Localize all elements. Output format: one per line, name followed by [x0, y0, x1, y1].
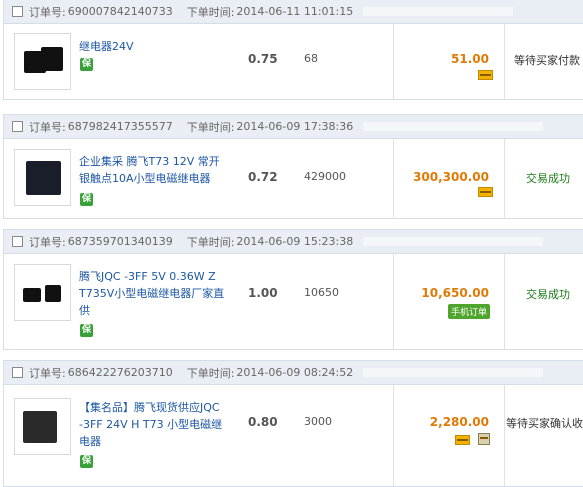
- column-divider: [504, 24, 505, 99]
- guarantee-icon: 保: [80, 455, 93, 468]
- redacted-area: [363, 122, 544, 131]
- order-card: 订单号: 686422276203710 下单时间: 2014-06-09 08…: [3, 360, 583, 487]
- order-number-label: 订单号:: [29, 120, 66, 134]
- order-checkbox[interactable]: [12, 236, 23, 247]
- card-icon[interactable]: [455, 435, 470, 445]
- order-time: 2014-06-09 15:23:38: [236, 235, 354, 248]
- quantity: 10650: [304, 286, 339, 299]
- order-card: 订单号: 687359701340139 下单时间: 2014-06-09 15…: [3, 229, 583, 350]
- order-time: 2014-06-11 11:01:15: [236, 5, 354, 18]
- guarantee-icon: 保: [80, 58, 93, 71]
- relay-image: [26, 161, 61, 195]
- card-icon[interactable]: [478, 187, 493, 197]
- order-time-label: 下单时间:: [186, 235, 235, 249]
- quantity: 3000: [304, 415, 332, 428]
- total-amount: 300,300.00: [413, 170, 489, 184]
- product-thumbnail[interactable]: [14, 398, 71, 455]
- redacted-area: [363, 368, 544, 377]
- guarantee-icon: 保: [80, 193, 93, 206]
- order-header: 订单号: 690007842140733 下单时间: 2014-06-11 11…: [3, 0, 583, 24]
- redacted-area: [363, 7, 514, 16]
- order-time-label: 下单时间:: [186, 366, 235, 380]
- total-amount: 2,280.00: [429, 415, 489, 429]
- order-checkbox[interactable]: [12, 367, 23, 378]
- relay-image: [23, 411, 57, 443]
- redacted-area: [363, 237, 544, 246]
- column-divider: [393, 254, 394, 349]
- order-time-label: 下单时间:: [186, 120, 235, 134]
- order-row: 腾飞JQC -3FF 5V 0.36W Z T735V小型电磁继电器厂家直供 保…: [3, 254, 583, 350]
- card-icon[interactable]: [478, 70, 493, 80]
- column-divider: [393, 385, 394, 486]
- column-divider: [504, 254, 505, 349]
- column-divider: [504, 139, 505, 218]
- order-checkbox[interactable]: [12, 121, 23, 132]
- order-time: 2014-06-09 08:24:52: [236, 366, 354, 379]
- order-number-label: 订单号:: [29, 366, 66, 380]
- relay-image: [45, 285, 61, 302]
- order-status: 等待买家确认收货: [506, 417, 583, 430]
- order-checkbox[interactable]: [12, 6, 23, 17]
- bag-icon[interactable]: [478, 433, 490, 445]
- order-card: 订单号: 687982417355577 下单时间: 2014-06-09 17…: [3, 114, 583, 219]
- order-status: 交易成功: [526, 172, 570, 185]
- quantity: 68: [304, 52, 318, 65]
- guarantee-icon: 保: [80, 324, 93, 337]
- relay-image: [41, 47, 63, 71]
- order-row: 企业集采 腾飞T73 12V 常开银触点10A小型电磁继电器 保 0.72 42…: [3, 139, 583, 219]
- order-time-label: 下单时间:: [186, 5, 235, 19]
- total-amount: 51.00: [451, 52, 489, 66]
- relay-image: [23, 288, 41, 302]
- order-header: 订单号: 687982417355577 下单时间: 2014-06-09 17…: [3, 114, 583, 139]
- unit-price: 1.00: [248, 286, 278, 300]
- order-number[interactable]: 690007842140733: [68, 5, 173, 18]
- product-thumbnail[interactable]: [14, 149, 71, 206]
- order-number[interactable]: 686422276203710: [68, 366, 173, 379]
- column-divider: [393, 24, 394, 99]
- quantity: 429000: [304, 170, 346, 183]
- order-number-label: 订单号:: [29, 235, 66, 249]
- order-header: 订单号: 686422276203710 下单时间: 2014-06-09 08…: [3, 360, 583, 385]
- unit-price: 0.80: [248, 415, 278, 429]
- order-number-label: 订单号:: [29, 5, 66, 19]
- mobile-order-badge: 手机订单: [448, 304, 491, 319]
- product-name-link[interactable]: 【集名品】腾飞现货供应JQC -3FF 24V H T73 小型电磁继电器: [79, 399, 229, 450]
- unit-price: 0.72: [248, 170, 278, 184]
- order-card: 订单号: 690007842140733 下单时间: 2014-06-11 11…: [3, 0, 583, 100]
- order-number[interactable]: 687982417355577: [68, 120, 173, 133]
- order-row: 【集名品】腾飞现货供应JQC -3FF 24V H T73 小型电磁继电器 保 …: [3, 385, 583, 487]
- unit-price: 0.75: [248, 52, 278, 66]
- column-divider: [393, 139, 394, 218]
- product-thumbnail[interactable]: [14, 264, 71, 321]
- order-status: 交易成功: [526, 288, 570, 301]
- order-time: 2014-06-09 17:38:36: [236, 120, 354, 133]
- order-row: 继电器24V 保 0.75 68 51.00 等待买家付款: [3, 24, 583, 100]
- total-amount: 10,650.00: [421, 286, 489, 300]
- product-name-link[interactable]: 企业集采 腾飞T73 12V 常开银触点10A小型电磁继电器: [79, 153, 229, 187]
- product-name-link[interactable]: 继电器24V: [79, 38, 229, 55]
- order-number[interactable]: 687359701340139: [68, 235, 173, 248]
- product-thumbnail[interactable]: [14, 33, 71, 90]
- order-status: 等待买家付款: [514, 54, 580, 67]
- order-header: 订单号: 687359701340139 下单时间: 2014-06-09 15…: [3, 229, 583, 254]
- column-divider: [504, 385, 505, 486]
- product-name-link[interactable]: 腾飞JQC -3FF 5V 0.36W Z T735V小型电磁继电器厂家直供: [79, 268, 229, 319]
